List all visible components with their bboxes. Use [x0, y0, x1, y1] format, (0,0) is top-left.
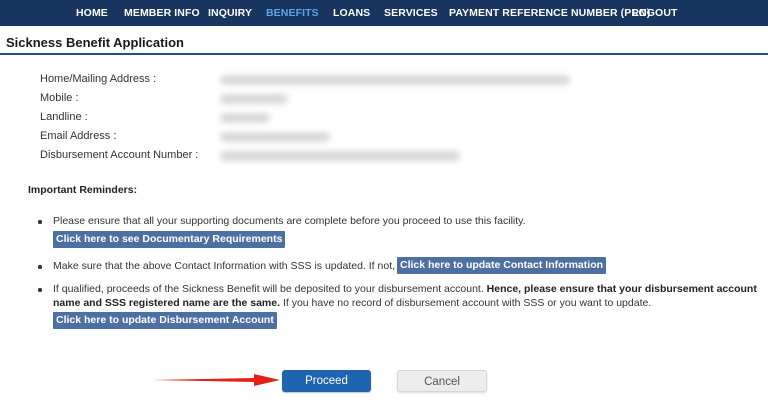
page-title: Sickness Benefit Application — [6, 35, 184, 50]
info-row-mobile: Mobile : — [40, 92, 640, 108]
update-contact-information-link[interactable]: Click here to update Contact Information — [397, 257, 607, 274]
title-divider — [0, 53, 768, 55]
period: . — [591, 260, 594, 272]
nav-logout[interactable]: LOGOUT — [632, 0, 678, 26]
bullet — [38, 265, 44, 271]
reminders-heading: Important Reminders: — [28, 184, 138, 196]
nav-loans[interactable]: LOANS — [333, 0, 370, 26]
nav-benefits[interactable]: BENEFITS — [266, 0, 319, 26]
reminder-3-bold-text-2: name and SSS registered name are the sam… — [53, 297, 281, 309]
bullet — [38, 220, 44, 226]
info-label: Email Address : — [40, 130, 117, 142]
reminder-3-normal-text-2: If you have no record of disbursement ac… — [282, 297, 652, 309]
nav-inquiry[interactable]: INQUIRY — [208, 0, 252, 26]
reminder-3-bold-text: Hence, please ensure that your disbursem… — [486, 283, 757, 295]
cancel-button[interactable]: Cancel — [397, 370, 487, 392]
red-arrow-annotation-icon — [152, 374, 280, 386]
reminder-3-line-1: If qualified, proceeds of the Sickness B… — [53, 283, 757, 295]
redacted-value — [220, 94, 288, 104]
documentary-requirements-link[interactable]: Click here to see Documentary Requiremen… — [53, 231, 286, 248]
period: . — [260, 315, 263, 327]
nav-services[interactable]: SERVICES — [384, 0, 438, 26]
info-label: Home/Mailing Address : — [40, 73, 157, 85]
top-navigation-bar: HOME MEMBER INFO INQUIRY BENEFITS LOANS … — [0, 0, 768, 26]
info-row-disbursement-account: Disbursement Account Number : — [40, 149, 640, 165]
redacted-value — [220, 113, 270, 123]
info-label: Disbursement Account Number : — [40, 149, 199, 161]
update-disbursement-account-link[interactable]: Click here to update Disbursement Accoun… — [53, 312, 277, 329]
nav-home[interactable]: HOME — [76, 0, 108, 26]
redacted-value — [220, 75, 570, 85]
info-row-email: Email Address : — [40, 130, 640, 146]
proceed-button[interactable]: Proceed — [282, 370, 371, 392]
reminder-2-text: Make sure that the above Contact Informa… — [53, 260, 396, 272]
redacted-value — [220, 132, 330, 142]
period: . — [268, 234, 271, 246]
info-label: Landline : — [40, 111, 88, 123]
info-row-landline: Landline : — [40, 111, 640, 127]
nav-member-info[interactable]: MEMBER INFO — [124, 0, 200, 26]
reminder-3-line-2: name and SSS registered name are the sam… — [53, 297, 651, 309]
reminder-1-text: Please ensure that all your supporting d… — [53, 215, 526, 227]
info-row-address: Home/Mailing Address : — [40, 73, 640, 89]
info-label: Mobile : — [40, 92, 79, 104]
bullet — [38, 288, 44, 294]
reminder-3-normal-text: If qualified, proceeds of the Sickness B… — [53, 283, 484, 295]
nav-payment-reference-number[interactable]: PAYMENT REFERENCE NUMBER (PRN) — [449, 0, 650, 26]
redacted-value — [220, 151, 460, 161]
